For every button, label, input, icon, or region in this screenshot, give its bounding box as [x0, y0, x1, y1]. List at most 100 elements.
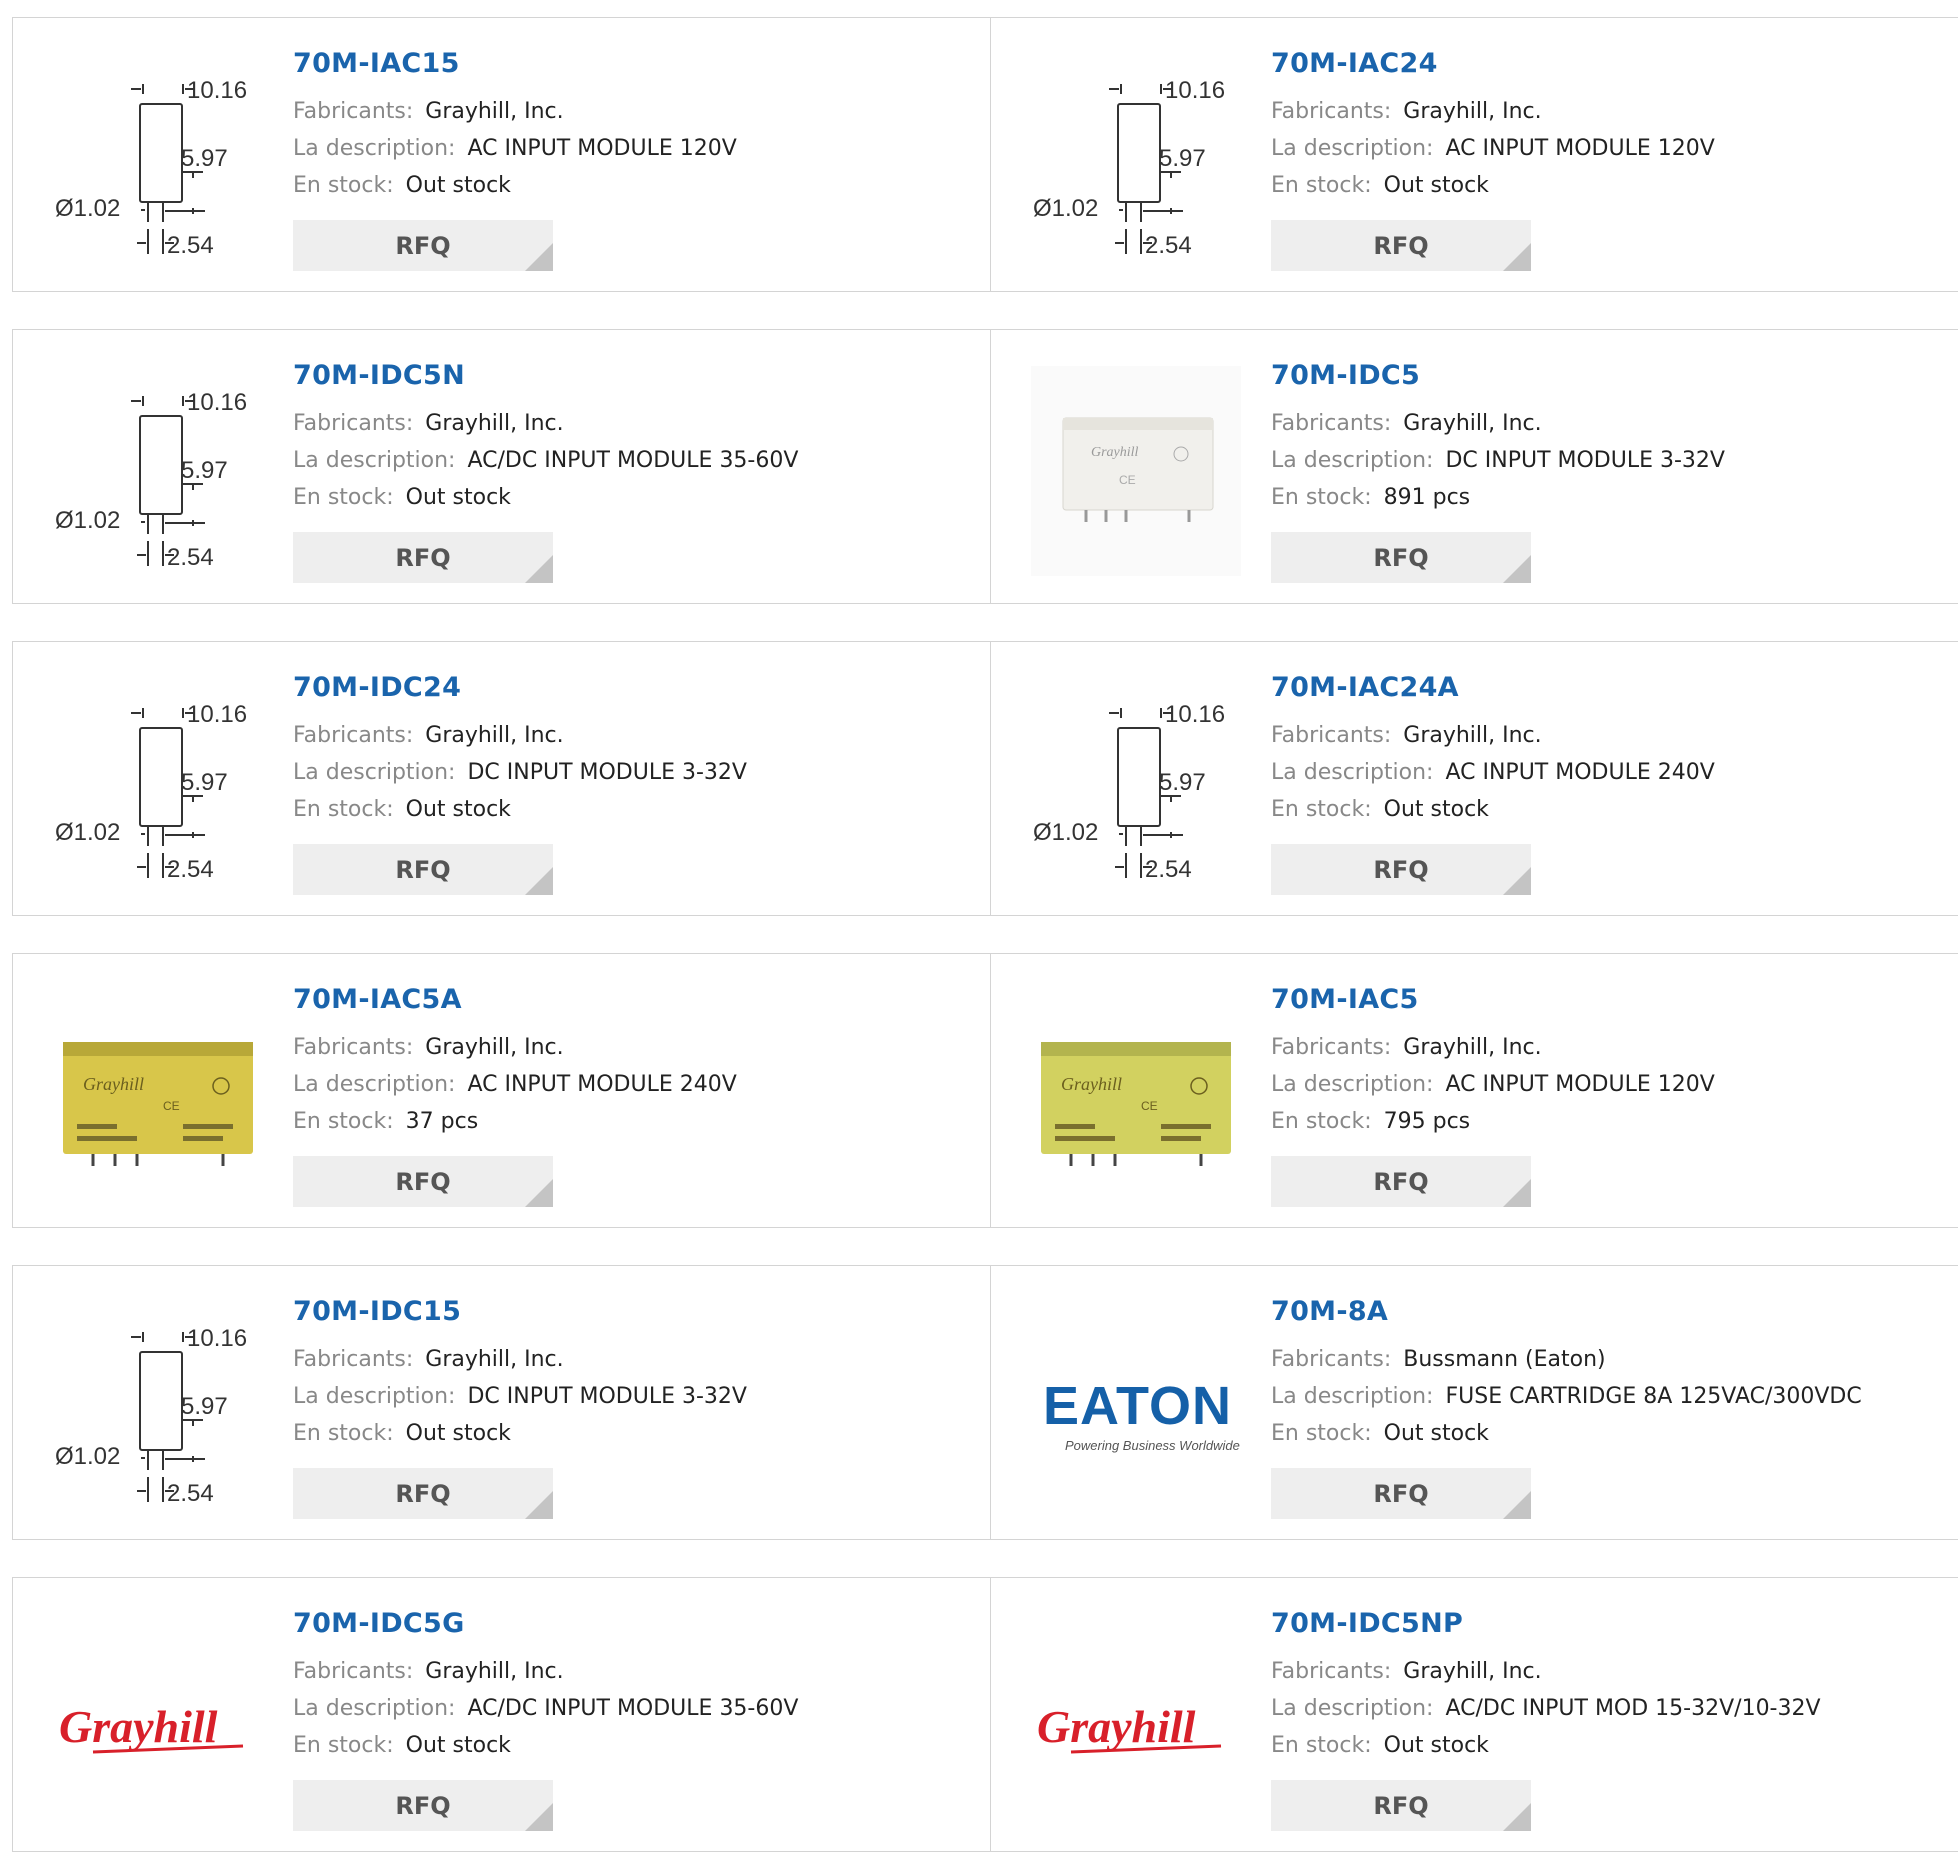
part-number-link[interactable]: 70M-IDC5: [1271, 360, 1420, 391]
stock-label: En stock:: [293, 1733, 394, 1758]
part-number-link[interactable]: 70M-IDC15: [293, 1296, 461, 1327]
product-image[interactable]: EATON Powering Business Worldwide: [1031, 1302, 1241, 1512]
manufacturer-row: Fabricants: Grayhill, Inc.: [293, 1659, 564, 1684]
product-image[interactable]: Grayhill: [53, 1614, 263, 1824]
rfq-button[interactable]: RFQ: [293, 220, 553, 271]
part-number-link[interactable]: 70M-IAC24: [1271, 48, 1438, 79]
part-number-link[interactable]: 70M-IAC5A: [293, 984, 462, 1015]
rfq-button[interactable]: RFQ: [293, 1156, 553, 1207]
svg-text:2.54: 2.54: [167, 232, 214, 259]
svg-text:5.97: 5.97: [181, 769, 228, 796]
stock-row: En stock: Out stock: [293, 173, 511, 198]
product-card: EATON Powering Business Worldwide 70M-8A…: [990, 1265, 1958, 1540]
rfq-corner-triangle: [525, 243, 553, 271]
svg-text:2.54: 2.54: [167, 856, 214, 883]
stock-label: En stock:: [293, 1421, 394, 1446]
description-value: DC INPUT MODULE 3-32V: [1445, 448, 1725, 473]
rfq-button[interactable]: RFQ: [1271, 1468, 1531, 1519]
rfq-button[interactable]: RFQ: [1271, 844, 1531, 895]
rfq-button[interactable]: RFQ: [293, 1468, 553, 1519]
part-number-link[interactable]: 70M-IAC5: [1271, 984, 1419, 1015]
rfq-button[interactable]: RFQ: [1271, 220, 1531, 271]
product-image[interactable]: 10.16 5.97 Ø1.02 2.54: [1031, 678, 1241, 888]
relay-module-photo: Grayhill CE: [53, 990, 263, 1200]
manufacturer-label: Fabricants:: [1271, 723, 1392, 748]
rfq-button[interactable]: RFQ: [1271, 1156, 1531, 1207]
stock-value: Out stock: [1383, 797, 1489, 822]
svg-text:CE: CE: [163, 1099, 180, 1113]
svg-text:Ø1.02: Ø1.02: [55, 507, 120, 534]
description-value: AC/DC INPUT MODULE 35-60V: [467, 448, 799, 473]
svg-text:5.97: 5.97: [181, 1393, 228, 1420]
stock-row: En stock: Out stock: [293, 485, 511, 510]
svg-text:2.54: 2.54: [1145, 232, 1192, 259]
svg-text:10.16: 10.16: [187, 701, 247, 728]
stock-row: En stock: Out stock: [293, 1733, 511, 1758]
rfq-button[interactable]: RFQ: [1271, 1780, 1531, 1831]
stock-label: En stock:: [1271, 1109, 1372, 1134]
part-number-link[interactable]: 70M-IAC15: [293, 48, 460, 79]
part-number-link[interactable]: 70M-IDC5N: [293, 360, 465, 391]
grayhill-logo: Grayhill: [59, 1701, 244, 1754]
stock-label: En stock:: [1271, 1421, 1372, 1446]
product-grid: 10.16 5.97 Ø1.02 2.54 70M-IAC15 Fabrican…: [0, 0, 1958, 1852]
product-image[interactable]: Grayhill CE: [53, 990, 263, 1200]
rfq-button-label: RFQ: [1373, 1792, 1429, 1820]
description-row: La description: AC INPUT MODULE 240V: [293, 1072, 737, 1097]
rfq-button-label: RFQ: [1373, 544, 1429, 572]
stock-row: En stock: 891 pcs: [1271, 485, 1470, 510]
manufacturer-label: Fabricants:: [293, 1347, 414, 1372]
svg-text:2.54: 2.54: [167, 544, 214, 571]
rfq-corner-triangle: [525, 555, 553, 583]
stock-label: En stock:: [293, 797, 394, 822]
part-number-link[interactable]: 70M-IAC24A: [1271, 672, 1459, 703]
description-row: La description: DC INPUT MODULE 3-32V: [293, 1384, 747, 1409]
product-image[interactable]: 10.16 5.97 Ø1.02 2.54: [1031, 54, 1241, 264]
manufacturer-row: Fabricants: Grayhill, Inc.: [1271, 1659, 1542, 1684]
svg-text:5.97: 5.97: [1159, 145, 1206, 172]
svg-text:Ø1.02: Ø1.02: [1033, 195, 1098, 222]
description-row: La description: AC INPUT MODULE 120V: [1271, 1072, 1715, 1097]
description-value: AC/DC INPUT MOD 15-32V/10-32V: [1445, 1696, 1821, 1721]
rfq-button-label: RFQ: [395, 1168, 451, 1196]
rfq-corner-triangle: [1503, 555, 1531, 583]
svg-text:10.16: 10.16: [187, 77, 247, 104]
svg-text:2.54: 2.54: [167, 1480, 214, 1507]
svg-text:10.16: 10.16: [187, 1325, 247, 1352]
manufacturer-value: Grayhill, Inc.: [1403, 99, 1542, 124]
dimension-drawing-icon: 10.16 5.97 Ø1.02 2.54: [55, 389, 247, 571]
dimension-drawing-icon: 10.16 5.97 Ø1.02 2.54: [55, 701, 247, 883]
rfq-corner-triangle: [1503, 1179, 1531, 1207]
product-image[interactable]: Grayhill CE: [1031, 366, 1241, 576]
svg-text:Ø1.02: Ø1.02: [1033, 819, 1098, 846]
svg-text:Ø1.02: Ø1.02: [55, 195, 120, 222]
product-card: 10.16 5.97 Ø1.02 2.54 70M-IDC5N Fabrican…: [12, 329, 992, 604]
stock-label: En stock:: [1271, 485, 1372, 510]
part-number-link[interactable]: 70M-IDC24: [293, 672, 461, 703]
product-image[interactable]: 10.16 5.97 Ø1.02 2.54: [53, 54, 263, 264]
rfq-button[interactable]: RFQ: [293, 532, 553, 583]
part-number-link[interactable]: 70M-IDC5NP: [1271, 1608, 1463, 1639]
relay-module-photo: Grayhill CE: [1031, 990, 1241, 1200]
rfq-button[interactable]: RFQ: [1271, 532, 1531, 583]
manufacturer-label: Fabricants:: [1271, 411, 1392, 436]
rfq-corner-triangle: [525, 1179, 553, 1207]
rfq-corner-triangle: [525, 1803, 553, 1831]
stock-value: 795 pcs: [1383, 1109, 1471, 1134]
product-image[interactable]: 10.16 5.97 Ø1.02 2.54: [53, 1302, 263, 1512]
product-image[interactable]: 10.16 5.97 Ø1.02 2.54: [53, 678, 263, 888]
product-image[interactable]: Grayhill CE: [1031, 990, 1241, 1200]
description-label: La description:: [1271, 1384, 1434, 1409]
svg-text:Grayhill: Grayhill: [1037, 1701, 1196, 1752]
description-value: AC INPUT MODULE 120V: [1445, 136, 1715, 161]
svg-text:Grayhill: Grayhill: [83, 1074, 144, 1094]
description-value: AC/DC INPUT MODULE 35-60V: [467, 1696, 799, 1721]
rfq-button[interactable]: RFQ: [293, 1780, 553, 1831]
product-image[interactable]: 10.16 5.97 Ø1.02 2.54: [53, 366, 263, 576]
rfq-button[interactable]: RFQ: [293, 844, 553, 895]
stock-row: En stock: 37 pcs: [293, 1109, 478, 1134]
part-number-link[interactable]: 70M-8A: [1271, 1296, 1388, 1327]
rfq-corner-triangle: [1503, 867, 1531, 895]
part-number-link[interactable]: 70M-IDC5G: [293, 1608, 465, 1639]
product-image[interactable]: Grayhill: [1031, 1614, 1241, 1824]
